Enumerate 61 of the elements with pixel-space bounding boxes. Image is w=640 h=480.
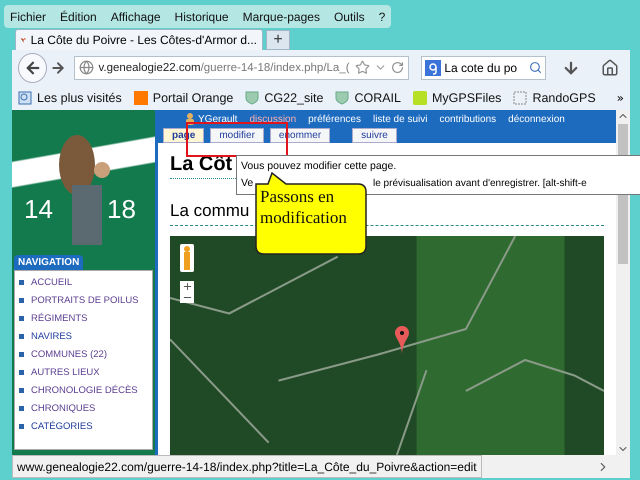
browser-tab[interactable]: La Côte du Poivre - Les Côtes-d'Armor d... xyxy=(15,29,263,50)
menu-item[interactable]: Affichage xyxy=(108,10,163,24)
blank-page-icon xyxy=(513,90,528,104)
user-icon xyxy=(185,113,195,125)
bookmark-item[interactable]: RandoGPS xyxy=(513,90,596,104)
page-tab[interactable]: suivre xyxy=(352,128,397,143)
menu-item[interactable]: Édition xyxy=(58,10,99,24)
menu-item[interactable]: Fichier xyxy=(8,10,48,24)
bookmark-item[interactable]: Les plus visités xyxy=(18,90,122,104)
nav-link[interactable]: COMMUNES (22) xyxy=(19,347,148,362)
menu-item[interactable]: Historique xyxy=(172,10,231,24)
user-link[interactable]: préférences xyxy=(308,114,361,124)
zoom-control[interactable] xyxy=(180,281,194,303)
search-icon[interactable] xyxy=(528,61,542,74)
user-link[interactable]: déconnexion xyxy=(508,114,565,124)
tooltip-text: le prévisualisation avant d'enregistrer. [alt-shift-e xyxy=(373,177,587,191)
more-bookmarks-button[interactable]: » xyxy=(616,90,624,104)
bookmark-star-icon[interactable] xyxy=(355,60,370,75)
status-bar-url: www.genealogie22.com/guerre-14-18/index.php?title=La_Côte_du_Poivre&action=edit xyxy=(12,455,482,478)
zoom-in-icon[interactable] xyxy=(182,281,192,292)
address-bar[interactable]: v.genealogie22.com/guerre-14-18/index.php/La_( xyxy=(74,56,410,80)
logo-text: 18 xyxy=(107,194,136,225)
nav-link[interactable]: CATÉGORIES xyxy=(19,419,148,434)
tooltip-text: Vous pouvez modifier cette page. xyxy=(241,159,396,174)
logo-text: 14 xyxy=(24,194,53,225)
back-button[interactable] xyxy=(18,52,48,82)
search-field[interactable]: La cote du po xyxy=(421,56,546,80)
section-heading: La commu xyxy=(170,201,250,221)
reload-icon[interactable] xyxy=(391,61,404,74)
portal-logo-icon xyxy=(134,90,148,104)
home-icon xyxy=(601,58,620,76)
bookmark-item[interactable]: CORAIL xyxy=(335,90,401,104)
bookmarks-icon xyxy=(18,90,32,104)
satellite-map[interactable] xyxy=(170,236,604,455)
user-link[interactable]: contributions xyxy=(439,114,496,124)
nav-link[interactable]: CHRONOLOGIE DÉCÈS xyxy=(19,383,148,398)
new-tab-button[interactable]: + xyxy=(266,30,290,50)
crest-icon xyxy=(335,90,350,104)
forward-arrow-icon xyxy=(50,60,66,76)
tooltip-text: Ve xyxy=(241,176,254,191)
page-tab[interactable]: modifier xyxy=(210,128,264,143)
bookmark-item[interactable]: CG22_site xyxy=(245,90,324,104)
nav-link[interactable]: AUTRES LIEUX xyxy=(19,365,148,380)
nav-link[interactable]: PORTRAITS DE POILUS xyxy=(19,293,148,308)
gps-icon xyxy=(412,90,427,104)
nav-link[interactable]: CHRONIQUES xyxy=(19,401,148,416)
nav-link[interactable]: NAVIRES xyxy=(19,329,148,344)
globe-icon xyxy=(79,60,94,75)
nav-link[interactable]: RÉGIMENTS xyxy=(19,311,148,326)
bookmark-item[interactable]: MyGPSFiles xyxy=(412,90,502,104)
navigation-title: NAVIGATION xyxy=(14,255,84,270)
user-link[interactable]: YGerault xyxy=(185,113,238,125)
menu-item[interactable]: Outils xyxy=(332,10,367,24)
search-engine-icon[interactable] xyxy=(425,60,442,76)
download-arrow-icon xyxy=(562,58,580,76)
menu-item[interactable]: ? xyxy=(376,10,388,24)
menu-item[interactable]: Marque-pages xyxy=(240,10,322,24)
user-link[interactable]: liste de suivi xyxy=(372,114,428,124)
bookmark-item[interactable]: Portail Orange xyxy=(134,90,234,104)
nav-link[interactable]: ACCUEIL xyxy=(19,275,148,290)
crest-icon xyxy=(245,90,260,104)
